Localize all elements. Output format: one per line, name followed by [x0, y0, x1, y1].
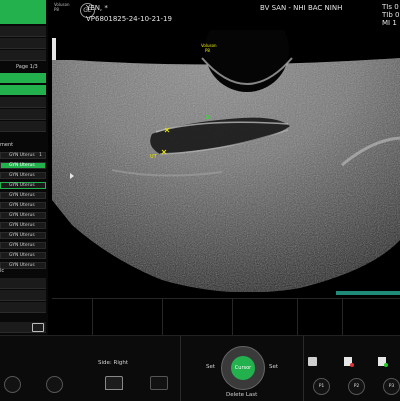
bottom-control-panel: Side: Right Set Cursor Set Delete Last P…	[0, 335, 400, 401]
set-right-label[interactable]: Set	[269, 364, 278, 370]
measurement-item-label: GYN Uterus	[9, 163, 35, 168]
record-icon	[350, 363, 354, 367]
measurement-item[interactable]: GYN Uterus	[0, 222, 46, 229]
menu-row[interactable]	[0, 278, 46, 289]
menu-row[interactable]	[0, 97, 46, 108]
function-strip	[52, 298, 400, 336]
delete-last-button[interactable]: Delete Last	[226, 392, 257, 398]
ultrasound-svg: Voluson P8 UT	[52, 30, 400, 292]
set-left-label[interactable]: Set	[206, 364, 215, 370]
status-dot-icon	[384, 363, 388, 367]
measurement-item[interactable]: GYN Uterus	[0, 172, 46, 179]
menu-row-green[interactable]	[0, 73, 46, 83]
measurement-item-label: GYN Uterus	[9, 193, 35, 198]
selected-green-block[interactable]	[0, 0, 46, 24]
menu-row[interactable]	[0, 38, 46, 49]
measurement-item[interactable]: GYN Uterus	[0, 252, 46, 259]
side-label: Side: Right	[98, 360, 128, 366]
measurement-count-badge: 1	[39, 153, 42, 158]
measurement-item-label: GYN Uterus	[9, 263, 35, 268]
circle-button[interactable]	[4, 376, 21, 393]
patient-id: VP6801825-24-10-21-19	[86, 15, 172, 23]
section-label-2: ic	[0, 268, 5, 274]
exit-icon[interactable]	[32, 323, 44, 332]
p3-button[interactable]: P3	[383, 378, 400, 395]
left-panel: Page 1/3 ment GYN Uterus 1 GYN Uterus GYN U…	[0, 0, 48, 335]
menu-row[interactable]	[0, 109, 46, 120]
caliper-label: UT	[150, 154, 158, 160]
measurement-item[interactable]: GYN Uterus	[0, 162, 46, 169]
measurement-item[interactable]: GYN Uterus 1	[0, 152, 46, 159]
cursor-button[interactable]: Cursor	[231, 356, 255, 380]
patient-header: Voluson P8 GE YEN, * VP6801825-24-10-21-1…	[50, 0, 400, 28]
probe-watermark: P8	[205, 48, 210, 53]
menu-row-green[interactable]	[0, 85, 46, 95]
measurement-item-label: GYN Uterus	[9, 253, 35, 258]
measurement-item[interactable]: GYN Uterus	[0, 262, 46, 269]
patient-name: YEN, *	[86, 4, 108, 12]
measurement-item-label: GYN Uterus	[9, 213, 35, 218]
measurement-item[interactable]: GYN Uterus	[0, 242, 46, 249]
measurement-item-label: GYN Uterus	[9, 243, 35, 248]
page-indicator: Page 1/3	[16, 64, 38, 70]
section-label: ment	[0, 142, 14, 148]
menu-row[interactable]	[0, 50, 46, 61]
menu-row[interactable]	[0, 26, 46, 37]
measurement-item[interactable]: GYN Uterus	[0, 202, 46, 209]
save-icon[interactable]	[308, 357, 317, 366]
circle-button[interactable]	[46, 376, 63, 393]
brand-logo: Voluson P8	[54, 2, 70, 12]
measurement-item[interactable]: GYN Uterus	[0, 232, 46, 239]
measurement-item-label: GYN Uterus	[9, 203, 35, 208]
menu-row[interactable]	[0, 121, 46, 132]
mi-readout: MI 1	[382, 19, 397, 27]
measurement-item-label: GYN Uterus	[9, 183, 35, 188]
measurement-item-label: GYN Uterus	[9, 223, 35, 228]
p2-button[interactable]: P2	[348, 378, 365, 395]
measurement-item[interactable]: GYN Uterus	[0, 182, 46, 189]
tib-readout: TIb 0	[382, 11, 400, 19]
ultrasound-image[interactable]: Voluson P8 UT	[52, 30, 400, 292]
measurement-item-label: GYN Uterus	[9, 233, 35, 238]
probe-icon[interactable]	[105, 376, 123, 390]
measurement-item-label: GYN Uterus	[9, 153, 35, 158]
menu-row[interactable]	[0, 302, 46, 313]
menu-row[interactable]	[0, 290, 46, 301]
p1-button[interactable]: P1	[313, 378, 330, 395]
progress-indicator	[336, 291, 400, 295]
tis-readout: TIs 0	[382, 3, 399, 11]
measurement-item-label: GYN Uterus	[9, 173, 35, 178]
hospital-name: BV SAN - NHI BAC NINH	[260, 4, 343, 12]
measurement-item[interactable]: GYN Uterus	[0, 192, 46, 199]
probe-icon[interactable]	[150, 376, 168, 390]
measurement-item[interactable]: GYN Uterus	[0, 212, 46, 219]
trackball-ring[interactable]: Cursor	[221, 346, 265, 390]
